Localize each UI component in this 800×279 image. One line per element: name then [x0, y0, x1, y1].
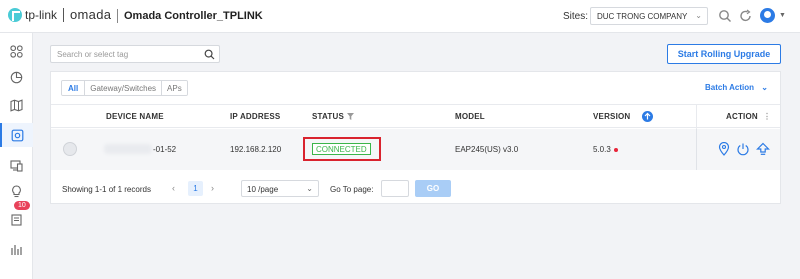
column-ip-address[interactable]: IP ADDRESS [230, 112, 280, 121]
firmware-version: 5.0.3 [593, 145, 618, 154]
sites-label: Sites: [563, 11, 589, 22]
sidebar-item-log[interactable]: 10 [0, 201, 33, 231]
next-page-icon[interactable]: › [211, 183, 214, 193]
brand-primary: tp-link [25, 7, 58, 22]
site-selected-value: DUC TRONG COMPANY [597, 12, 688, 21]
device-name[interactable]: -01-52 [153, 145, 176, 154]
device-filter-tabs: All Gateway/Switches APs [61, 80, 188, 96]
dashboard-icon [10, 44, 23, 58]
column-version[interactable]: VERSION [593, 112, 630, 121]
column-options-icon[interactable]: ⋮ [763, 112, 771, 121]
status-badge: CONNECTED [312, 143, 371, 155]
sidebar-item-dashboard[interactable] [0, 39, 33, 63]
access-point-icon [63, 142, 77, 156]
site-selector[interactable]: DUC TRONG COMPANY ⌄ [590, 7, 708, 25]
upgrade-icon[interactable] [756, 142, 770, 156]
page-size-select[interactable]: 10 /page ⌄ [241, 180, 319, 197]
clients-icon [10, 159, 23, 172]
column-divider [696, 129, 697, 170]
page-title: Omada Controller_TPLINK [124, 10, 263, 22]
insight-icon [12, 184, 21, 197]
log-badge: 10 [14, 201, 30, 210]
device-model: EAP245(US) v3.0 [455, 145, 519, 154]
locate-icon[interactable] [717, 142, 731, 156]
reboot-icon[interactable] [736, 142, 750, 156]
status-highlight: CONNECTED [303, 137, 381, 161]
pagination: Showing 1-1 of 1 records ‹ 1 › 10 /page … [51, 176, 780, 204]
redacted-device-name [104, 144, 152, 154]
tp-link-logo: tp-link omada [8, 7, 111, 22]
title-separator [117, 9, 118, 23]
table-row[interactable]: -01-52 192.168.2.120 CONNECTED EAP245(US… [51, 129, 780, 170]
sidebar-item-statistics[interactable] [0, 65, 33, 89]
tab-all[interactable]: All [61, 81, 86, 95]
column-status[interactable]: STATUS [312, 112, 344, 121]
ip-address: 192.168.2.120 [230, 145, 282, 154]
refresh-icon[interactable] [739, 9, 753, 23]
filter-icon[interactable] [347, 113, 354, 120]
upgrade-info-icon[interactable] [642, 111, 653, 122]
column-device-name[interactable]: DEVICE NAME [106, 112, 164, 121]
tab-aps[interactable]: APs [161, 81, 187, 95]
caret-down-icon[interactable]: ▼ [779, 12, 786, 19]
sidebar-item-insight[interactable] [0, 179, 33, 203]
sidebar-item-clients[interactable] [0, 153, 33, 177]
column-action: ACTION [726, 112, 758, 121]
column-divider [696, 105, 697, 129]
tab-gateway-switches[interactable]: Gateway/Switches [84, 81, 162, 95]
devices-panel: All Gateway/Switches APs Batch Action ⌄ … [50, 71, 781, 204]
page-number-button[interactable]: 1 [188, 181, 203, 196]
sidebar: 10 [0, 33, 33, 279]
batch-action-dropdown[interactable]: Batch Action ⌄ [705, 83, 768, 92]
log-icon [11, 213, 22, 226]
brand-separator [63, 7, 65, 22]
brand-secondary: omada [70, 7, 112, 22]
column-model[interactable]: MODEL [455, 112, 485, 121]
table-header: DEVICE NAME IP ADDRESS STATUS MODEL VERS… [51, 104, 780, 129]
reports-icon [11, 244, 22, 255]
batch-action-label: Batch Action [705, 83, 755, 92]
tag-search [50, 45, 220, 63]
top-bar: tp-link omada Omada Controller_TPLINK Si… [0, 0, 800, 33]
tag-search-input[interactable] [51, 46, 199, 62]
tp-link-logo-icon [8, 7, 22, 22]
map-icon [10, 98, 23, 112]
upgrade-available-dot [613, 147, 618, 152]
prev-page-icon[interactable]: ‹ [172, 183, 175, 193]
sidebar-item-reports[interactable] [0, 237, 33, 261]
chevron-down-icon: ⌄ [761, 83, 768, 92]
chevron-down-icon: ⌄ [695, 11, 702, 20]
search-icon[interactable] [204, 49, 215, 60]
start-rolling-upgrade-button[interactable]: Start Rolling Upgrade [667, 44, 781, 64]
page-size-value: 10 /page [247, 185, 279, 194]
firmware-version-value: 5.0.3 [593, 145, 611, 154]
goto-label: Go To page: [330, 185, 374, 194]
devices-icon [11, 129, 24, 141]
sidebar-item-devices[interactable] [0, 123, 33, 147]
go-button[interactable]: GO [415, 180, 451, 197]
arrow-up-icon [644, 112, 651, 120]
chevron-down-icon: ⌄ [306, 184, 313, 193]
sidebar-item-map[interactable] [0, 93, 33, 117]
statistics-icon [10, 71, 23, 83]
search-icon[interactable] [718, 9, 732, 23]
user-avatar[interactable] [760, 8, 775, 23]
goto-page-input[interactable] [381, 180, 409, 197]
records-summary: Showing 1-1 of 1 records [62, 185, 151, 194]
